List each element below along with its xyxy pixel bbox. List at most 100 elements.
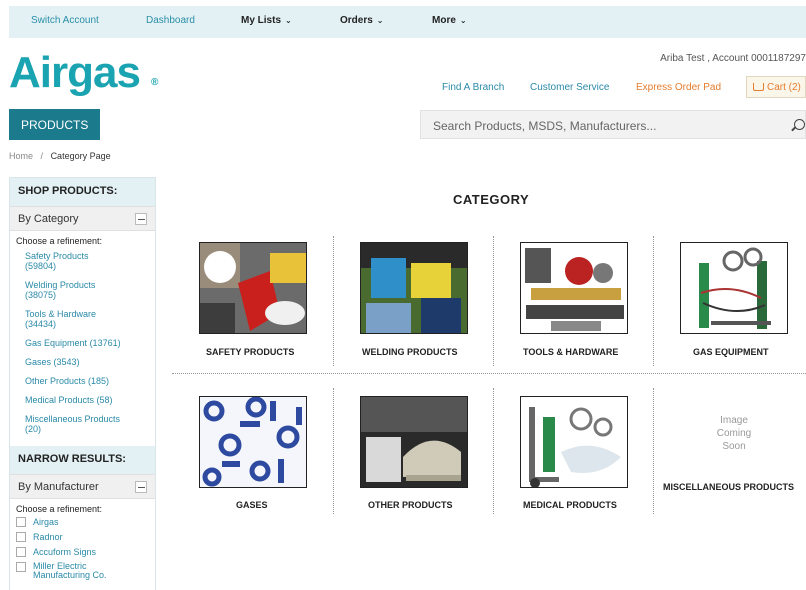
refinement-count: (38075) [25,290,57,300]
refinement-name: Gases [25,357,52,367]
coming-soon-text: Soon [722,441,746,452]
category-label[interactable]: MISCELLANEOUS PRODUCTS [663,482,794,492]
cart-icon [753,83,764,91]
search-placeholder: Search Products, MSDS, Manufacturers... [433,119,657,133]
by-manufacturer-label: By Manufacturer [18,481,99,493]
refinement-name: Safety Products [25,251,89,261]
cart-button[interactable]: Cart (2) [746,76,806,98]
checkbox[interactable] [16,517,26,527]
collapse-icon[interactable] [135,481,147,493]
category-label[interactable]: GAS EQUIPMENT [693,347,769,357]
manufacturer-airgas[interactable]: Airgas [10,517,155,532]
category-label[interactable]: SAFETY PRODUCTS [206,347,294,357]
refinement-count: (3543) [53,357,80,367]
manufacturer-name: Miller Electric Manufacturing Co. [33,561,107,580]
chevron-down-icon: ⌄ [459,16,467,25]
more-menu[interactable]: More ⌄ [432,15,467,26]
divider [653,388,654,514]
tools-hardware-icon [521,243,627,333]
divider [333,236,334,366]
by-manufacturer-toggle[interactable]: By Manufacturer [10,474,155,499]
refinement-safety-products[interactable]: Safety Products (59804) [25,251,155,271]
refinement-name: Other Products [25,376,86,386]
search-icon[interactable] [794,119,805,130]
breadcrumb-home[interactable]: Home [9,151,33,161]
refinement-other-products[interactable]: Other Products (185) [25,376,155,386]
coming-soon-text: Image [720,415,748,426]
checkbox[interactable] [16,547,26,557]
medical-products-icon [521,397,627,487]
top-nav-bar: Switch Account Dashboard My Lists ⌄ Order… [9,6,806,38]
refinement-count: (59804) [25,261,57,271]
refinement-welding-products[interactable]: Welding Products (38075) [25,280,155,300]
safety-products-image[interactable] [199,242,307,334]
orders-menu[interactable]: Orders ⌄ [340,15,384,26]
refinement-count: (185) [88,376,110,386]
other-products-icon [361,397,467,487]
refinement-tools-hardware[interactable]: Tools & Hardware (34434) [25,309,155,329]
checkbox[interactable] [16,532,26,542]
manufacturer-name: Airgas [33,517,59,527]
gas-equipment-icon [681,243,787,333]
welding-products-image[interactable] [360,242,468,334]
category-label[interactable]: OTHER PRODUCTS [368,500,453,510]
category-refinement-list: Safety Products (59804) Welding Products(… [10,249,155,434]
gases-icon [200,397,306,487]
chevron-down-icon: ⌄ [376,16,384,25]
cart-label: Cart (2) [767,82,801,93]
manufacturer-radnor[interactable]: Radnor [10,532,155,547]
express-order-pad-link[interactable]: Express Order Pad [636,82,721,93]
choose-refinement-label: Choose a refinement: [16,504,103,514]
refinement-name: Gas Equipment [25,338,88,348]
safety-products-icon [200,243,306,333]
refinement-gases[interactable]: Gases (3543) [25,357,155,367]
breadcrumb: Home / Category Page [9,151,111,161]
checkbox[interactable] [16,562,26,572]
registered-mark: ® [151,77,159,88]
search-input[interactable]: Search Products, MSDS, Manufacturers... [420,110,806,139]
switch-account-link[interactable]: Switch Account [31,15,99,26]
divider [493,236,494,366]
manufacturer-name: Radnor [33,532,63,542]
by-category-toggle[interactable]: By Category [10,206,155,231]
by-category-label: By Category [18,213,79,225]
category-label[interactable]: WELDING PRODUCTS [362,347,458,357]
manufacturer-accuform-signs[interactable]: Accuform Signs [10,547,155,562]
category-label[interactable]: TOOLS & HARDWARE [523,347,618,357]
orders-label: Orders [340,15,373,26]
gases-image[interactable] [199,396,307,488]
manufacturer-miller-electric[interactable]: Miller Electric Manufacturing Co. [10,561,155,580]
divider [172,373,806,374]
refinement-count: (34434) [25,319,57,329]
tools-hardware-image[interactable] [520,242,628,334]
customer-service-link[interactable]: Customer Service [530,82,609,93]
products-button[interactable]: PRODUCTS [9,109,100,140]
manufacturer-name: Accuform Signs [33,547,97,557]
find-a-branch-link[interactable]: Find A Branch [442,82,504,93]
divider [333,388,334,514]
airgas-logo[interactable]: Airgas ® [9,50,158,95]
refinement-miscellaneous-products[interactable]: Miscellaneous Products (20) [25,414,155,434]
category-label[interactable]: MEDICAL PRODUCTS [523,500,617,510]
refinement-count: (58) [96,395,113,405]
refinement-medical-products[interactable]: Medical Products (58) [25,395,155,405]
refinement-name: Medical Products [25,395,95,405]
other-products-image[interactable] [360,396,468,488]
chevron-down-icon: ⌄ [285,16,292,25]
gas-equipment-image[interactable] [680,242,788,334]
dashboard-link[interactable]: Dashboard [146,15,195,26]
image-coming-soon-placeholder[interactable]: Image Coming Soon [700,414,768,453]
narrow-results-heading: NARROW RESULTS: [10,446,155,474]
breadcrumb-current: Category Page [50,151,111,161]
my-lists-menu[interactable]: My Lists ⌄ [241,15,292,26]
collapse-icon[interactable] [135,213,147,225]
page-title: CATEGORY [453,192,530,207]
refinement-gas-equipment[interactable]: Gas Equipment (13761) [25,338,155,348]
more-label: More [432,15,456,26]
account-info: Ariba Test , Account 0001187297 [660,53,806,64]
welding-products-icon [361,243,467,333]
medical-products-image[interactable] [520,396,628,488]
category-label[interactable]: GASES [236,500,268,510]
coming-soon-text: Coming [716,428,752,439]
choose-refinement-label: Choose a refinement: [16,236,103,246]
